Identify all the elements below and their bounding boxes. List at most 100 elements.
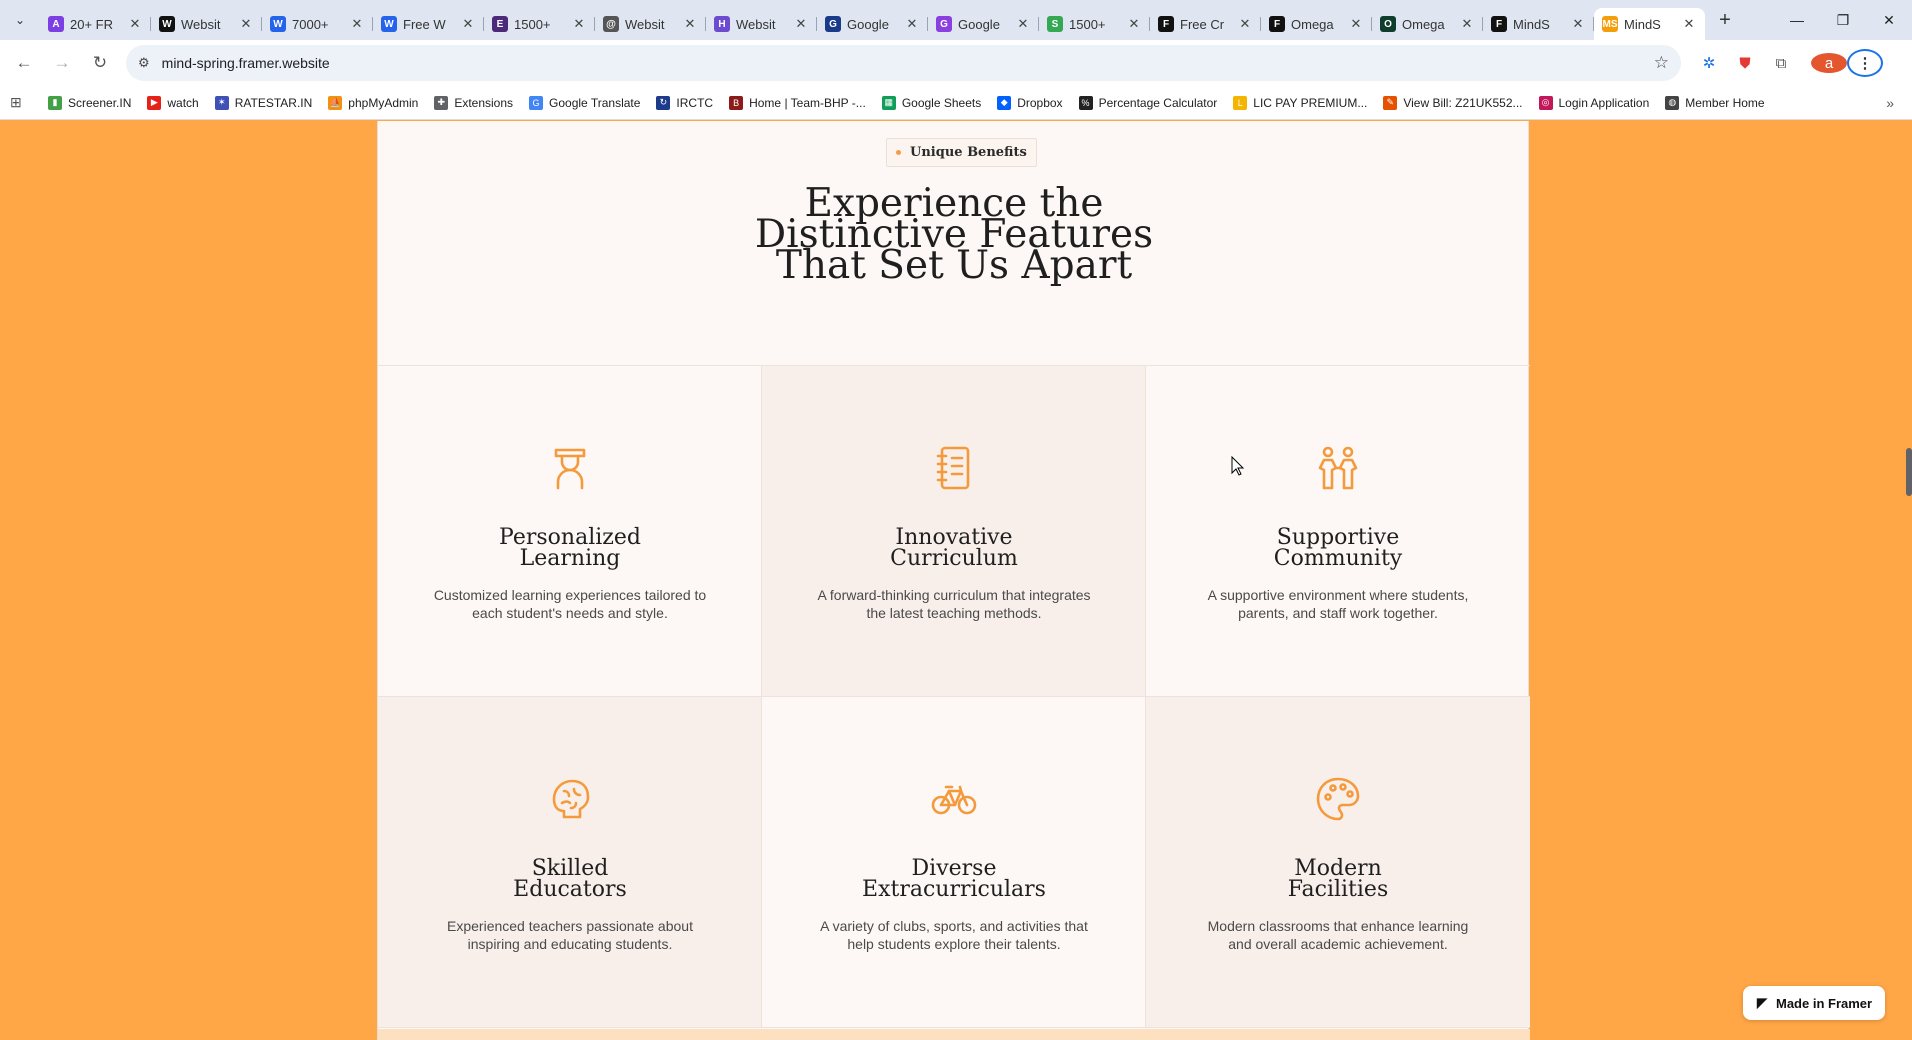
new-tab-button[interactable]: + xyxy=(1709,4,1741,36)
close-window-icon[interactable]: ✕ xyxy=(1866,0,1912,40)
browser-tab[interactable]: O Omega ✕ xyxy=(1372,8,1483,40)
tab-favicon-icon: O xyxy=(1380,16,1396,32)
browser-tab[interactable]: G Google ✕ xyxy=(928,8,1039,40)
reload-icon[interactable]: ↻ xyxy=(84,47,116,79)
tab-close-icon[interactable]: ✕ xyxy=(460,16,476,32)
browser-tab[interactable]: W 7000+ ✕ xyxy=(262,8,373,40)
browser-tab[interactable]: E 1500+ ✕ xyxy=(484,8,595,40)
bookmark-item[interactable]: ▮ Screener.IN xyxy=(48,95,131,110)
bookmark-label: LIC PAY PREMIUM... xyxy=(1253,95,1368,110)
bookmark-item[interactable]: ✎ View Bill: Z21UK552... xyxy=(1383,95,1523,110)
tab-title: 1500+ xyxy=(1069,16,1106,32)
back-icon[interactable]: ← xyxy=(8,47,40,79)
tab-title: MindS xyxy=(1624,16,1661,32)
tab-favicon-icon: G xyxy=(825,16,841,32)
tab-title: Google xyxy=(847,16,889,32)
bookmark-item[interactable]: ▶ watch xyxy=(147,95,199,110)
bookmark-item[interactable]: G Google Translate xyxy=(529,95,641,110)
site-info-icon[interactable]: ⚙ xyxy=(138,55,150,71)
tab-close-icon[interactable]: ✕ xyxy=(1126,16,1142,32)
made-in-framer-badge[interactable]: ◤ Made in Framer xyxy=(1743,986,1885,1020)
restore-icon[interactable]: ❐ xyxy=(1820,0,1866,40)
browser-tab[interactable]: H Websit ✕ xyxy=(706,8,817,40)
tab-close-icon[interactable]: ✕ xyxy=(682,16,698,32)
tab-search-chevron-icon[interactable]: ⌄ xyxy=(0,0,40,40)
tab-favicon-icon: W xyxy=(381,16,397,32)
tab-close-icon[interactable]: ✕ xyxy=(349,16,365,32)
tab-title: Websit xyxy=(181,16,221,32)
forward-icon[interactable]: → xyxy=(46,47,78,79)
tab-close-icon[interactable]: ✕ xyxy=(1681,16,1697,32)
puzzle-extensions-icon[interactable]: ⧉ xyxy=(1763,55,1799,72)
browser-tab[interactable]: F Free Cr ✕ xyxy=(1150,8,1261,40)
tab-favicon-icon: A xyxy=(48,16,64,32)
bookmark-favicon-icon: % xyxy=(1078,95,1093,110)
bookmark-item[interactable]: ◆ Dropbox xyxy=(997,95,1063,110)
apps-grid-icon[interactable]: ⊞ xyxy=(10,94,30,111)
browser-tab[interactable]: MS MindS ✕ xyxy=(1594,8,1705,40)
tab-close-icon[interactable]: ✕ xyxy=(1237,16,1253,32)
browser-tab[interactable]: W Free W ✕ xyxy=(373,8,484,40)
tab-favicon-icon: W xyxy=(270,16,286,32)
feature-card-skilled-educators: Skilled Educators Experienced teachers pa… xyxy=(378,697,762,1028)
bookmark-item[interactable]: ▦ Google Sheets xyxy=(881,95,981,110)
bookmark-label: RATESTAR.IN xyxy=(234,95,313,110)
tab-title: Omega xyxy=(1402,16,1445,32)
bookmark-star-icon[interactable]: ☆ xyxy=(1654,53,1669,73)
bookmark-item[interactable]: ✚ Extensions xyxy=(434,95,514,110)
bookmark-item[interactable]: B Home | Team-BHP -... xyxy=(729,95,866,110)
bookmark-label: Extensions xyxy=(454,95,514,110)
tab-close-icon[interactable]: ✕ xyxy=(1015,16,1031,32)
browser-tab[interactable]: A 20+ FR ✕ xyxy=(40,8,151,40)
address-bar[interactable]: ⚙ mind-spring.framer.website ☆ xyxy=(126,45,1681,81)
bookmark-item[interactable]: ◍ Member Home xyxy=(1665,95,1765,110)
bookmark-favicon-icon: ⛵ xyxy=(328,95,343,110)
shield-extension-icon[interactable]: ⛊ xyxy=(1727,55,1763,72)
scrollbar-thumb[interactable] xyxy=(1906,448,1912,496)
browser-tab[interactable]: G Google ✕ xyxy=(817,8,928,40)
browser-tab[interactable]: W Websit ✕ xyxy=(151,8,262,40)
page-viewport: Unique Benefits Experience the Distincti… xyxy=(0,121,1912,1040)
bookmark-item[interactable]: L LIC PAY PREMIUM... xyxy=(1233,95,1368,110)
browser-tab[interactable]: @ Websit ✕ xyxy=(595,8,706,40)
bookmark-favicon-icon: ✶ xyxy=(214,95,229,110)
bookmark-favicon-icon: ▦ xyxy=(881,95,896,110)
tab-close-icon[interactable]: ✕ xyxy=(793,16,809,32)
tab-close-icon[interactable]: ✕ xyxy=(1570,16,1586,32)
tab-favicon-icon: @ xyxy=(603,16,619,32)
tab-close-icon[interactable]: ✕ xyxy=(904,16,920,32)
tab-favicon-icon: F xyxy=(1158,16,1174,32)
tab-close-icon[interactable]: ✕ xyxy=(1348,16,1364,32)
feature-title: Innovative Curriculum xyxy=(794,527,1114,571)
bookmark-label: View Bill: Z21UK552... xyxy=(1403,95,1523,110)
bookmark-item[interactable]: ⛵ phpMyAdmin xyxy=(328,95,418,110)
tab-close-icon[interactable]: ✕ xyxy=(1459,16,1475,32)
bookmark-item[interactable]: ◎ Login Application xyxy=(1538,95,1649,110)
bookmark-item[interactable]: % Percentage Calculator xyxy=(1078,95,1217,110)
extension-icon[interactable]: ✲ xyxy=(1691,54,1727,72)
bookmark-favicon-icon: ✎ xyxy=(1383,95,1398,110)
bookmark-item[interactable]: ✶ RATESTAR.IN xyxy=(214,95,313,110)
bookmark-item[interactable]: ↻ IRCTC xyxy=(656,95,713,110)
tab-favicon-icon: F xyxy=(1269,16,1285,32)
tab-close-icon[interactable]: ✕ xyxy=(571,16,587,32)
browser-tab[interactable]: S 1500+ ✕ xyxy=(1039,8,1150,40)
section-heading: Experience the Distinctive Features That… xyxy=(654,184,1254,285)
extensions-area: ✲ ⛊ ⧉ a ⋮ xyxy=(1691,49,1883,77)
url-text[interactable]: mind-spring.framer.website xyxy=(162,55,1654,71)
badge-dot xyxy=(896,150,901,155)
bookmark-label: Google Translate xyxy=(549,95,641,110)
feature-title-line: Curriculum xyxy=(890,546,1018,571)
tab-close-icon[interactable]: ✕ xyxy=(127,16,143,32)
more-bookmarks-icon[interactable]: » xyxy=(1886,95,1894,111)
bookmark-favicon-icon: ◍ xyxy=(1665,95,1680,110)
tab-strip: ⌄ A 20+ FR ✕ W Websit ✕ W 7000+ ✕ W Free W ✕ E 1500+ ✕… xyxy=(0,0,1912,40)
tab-close-icon[interactable]: ✕ xyxy=(238,16,254,32)
browser-tab[interactable]: F MindS ✕ xyxy=(1483,8,1594,40)
profile-avatar[interactable]: a xyxy=(1811,53,1847,73)
tab-title: Free Cr xyxy=(1180,16,1225,32)
mouse-cursor-icon xyxy=(1231,456,1245,476)
menu-button[interactable]: ⋮ xyxy=(1847,49,1883,77)
minimize-icon[interactable]: — xyxy=(1774,0,1820,40)
browser-tab[interactable]: F Omega ✕ xyxy=(1261,8,1372,40)
